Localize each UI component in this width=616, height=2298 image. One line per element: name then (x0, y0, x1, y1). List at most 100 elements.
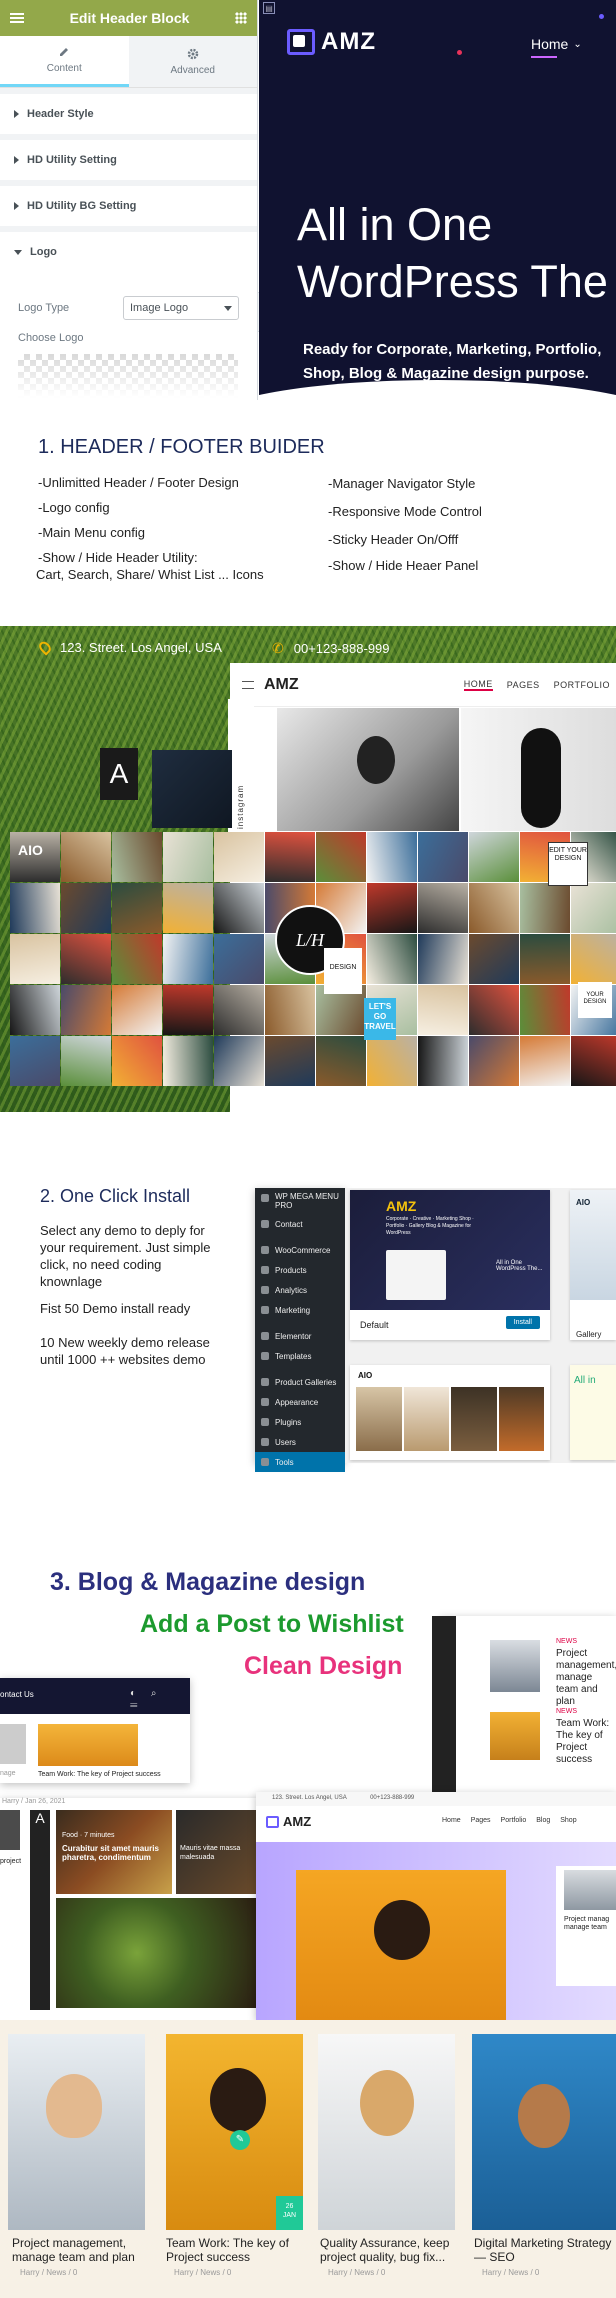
wp-menu-users[interactable]: Users (255, 1432, 345, 1452)
mosaic-photo-tile (367, 832, 417, 882)
wp-menu-elementor[interactable]: Elementor (255, 1326, 345, 1346)
demo-card-aio-2[interactable]: All in (570, 1365, 616, 1460)
mosaic-photo-tile (265, 832, 315, 882)
brand-logo[interactable]: AMZ (287, 28, 376, 56)
wp-menu-plugins[interactable]: Plugins (255, 1412, 345, 1432)
amz-topbar: 123. Street. Los Angel, USA 00+123-888-9… (256, 1792, 616, 1806)
blog-heading-2: Add a Post to Wishlist (140, 1610, 404, 1638)
post-title[interactable]: Team Work: The key of Project success (556, 1718, 616, 1766)
amz-brand-name: AMZ (283, 1814, 312, 1829)
demo-card-gallery[interactable]: AIO Gallery (570, 1190, 616, 1340)
menu-icon[interactable] (242, 681, 254, 689)
section-hd-utility-setting[interactable]: HD Utility Setting (0, 140, 257, 180)
mockup-nav-home[interactable]: HOME (463, 679, 493, 691)
wp-admin-menu: WP MEGA MENU PRO Contact WooCommerce Pro… (255, 1188, 345, 1472)
amz-brand[interactable]: AMZ (266, 1814, 311, 1829)
bottom-card-thumb[interactable] (318, 2034, 455, 2230)
mosaic-photo-tile (367, 934, 417, 984)
amz-logo-icon (287, 29, 315, 55)
demo-card-aio[interactable]: AIO (350, 1365, 550, 1460)
mosaic-photo-tile (418, 1036, 468, 1086)
wp-menu-contact[interactable]: Contact (255, 1214, 345, 1234)
decor-dot (457, 50, 462, 55)
wp-menu-analytics[interactable]: Analytics (255, 1280, 345, 1300)
edit-pencil-icon[interactable]: ✎ (230, 2130, 250, 2150)
mockup-brand[interactable]: AMZ (264, 676, 299, 694)
wp-menu-products[interactable]: Products (255, 1260, 345, 1280)
food-panel: Harry / Jan 26, 2021 project A Food · 7 … (0, 1798, 258, 2020)
edit-section-handle-icon[interactable]: ▤ (263, 2, 275, 14)
mosaic-photo-tile (61, 934, 111, 984)
logo-type-select[interactable]: Image Logo (123, 296, 239, 320)
section-label: Header Style (27, 108, 94, 120)
logo-type-label: Logo Type (18, 302, 70, 314)
wp-menu-woocommerce[interactable]: WooCommerce (255, 1240, 345, 1260)
address-text: 123. Street. Los Angel, USA (60, 640, 222, 655)
header-icons[interactable]: ◐ ⌕ ☰ (130, 1688, 170, 1710)
bottom-card-title[interactable]: Team Work: The key of Project success (166, 2236, 304, 2264)
bottom-card-meta: Harry / News / 0 (482, 2268, 540, 2277)
mosaic-photo-tile (61, 985, 111, 1035)
food-project: project (0, 1858, 22, 1865)
photo-woman-sunglasses (277, 708, 459, 831)
logo-image-picker[interactable] (18, 354, 238, 398)
bottom-card-title[interactable]: Quality Assurance, keep project quality,… (320, 2236, 458, 2264)
section-hd-utility-bg-setting[interactable]: HD Utility BG Setting (0, 186, 257, 226)
left-mock-nage: nage (0, 1770, 16, 1777)
demo-tagline: Corporate · Creative · Marketing Shop · … (386, 1216, 474, 1236)
mosaic-photo-tile (163, 934, 213, 984)
left-mock-contact[interactable]: ontact Us (0, 1690, 34, 1699)
nav-home[interactable]: Home ⌄ (531, 36, 582, 52)
amz-nav-pages[interactable]: Pages (471, 1817, 491, 1824)
hero-title-line1: All in One (297, 199, 493, 250)
chevron-down-icon (224, 305, 232, 311)
wp-menu-tools[interactable]: Tools (255, 1452, 345, 1472)
demo-card-default[interactable]: AMZ Corporate · Creative · Marketing Sho… (350, 1190, 550, 1340)
amz-right-post-title[interactable]: Project manag manage team (564, 1916, 616, 1932)
photo-figure (210, 2068, 266, 2132)
section-label: Logo (30, 246, 57, 258)
photo-figure (46, 2074, 102, 2138)
bottom-card-title[interactable]: Digital Marketing Strategy — SEO (474, 2236, 612, 2264)
wp-menu-templates[interactable]: Templates (255, 1346, 345, 1366)
wp-menu-marketing[interactable]: Marketing (255, 1300, 345, 1320)
tab-content[interactable]: Content (0, 36, 129, 87)
mosaic-photo-tile (10, 1036, 60, 1086)
bottom-card-thumb[interactable] (472, 2034, 616, 2230)
mockup-nav-portfolio[interactable]: PORTFOLIO (554, 680, 610, 690)
install-button[interactable]: Install (505, 1316, 540, 1329)
demo-aio-label: AIO (576, 1198, 591, 1207)
section-header-style[interactable]: Header Style (0, 94, 257, 134)
bottom-card-meta: Harry / News / 0 (174, 2268, 232, 2277)
wp-menu-mega-menu[interactable]: WP MEGA MENU PRO (255, 1188, 345, 1214)
install-heading: 2. One Click Install (40, 1186, 191, 1206)
food-title-2[interactable]: Mauris vitae massa malesuada (180, 1844, 256, 1862)
amz-nav-blog[interactable]: Blog (536, 1817, 550, 1824)
mockup-nav-pages[interactable]: PAGES (507, 680, 540, 690)
left-card-title[interactable]: Team Work: The key of Project success (38, 1770, 161, 1779)
wp-menu-product-galleries[interactable]: Product Galleries (255, 1372, 345, 1392)
post-thumb (490, 1712, 540, 1760)
amz-nav-portfolio[interactable]: Portfolio (501, 1817, 527, 1824)
apps-grid-icon[interactable] (234, 12, 247, 24)
wp-menu-appearance[interactable]: Appearance (255, 1392, 345, 1412)
photo-figure (374, 1900, 430, 1960)
caret-right-icon (14, 156, 19, 164)
choose-logo-label: Choose Logo (18, 332, 84, 344)
bottom-card-thumb[interactable] (8, 2034, 145, 2230)
post-title[interactable]: Project management, manage team and plan (556, 1648, 616, 1708)
amz-nav-shop[interactable]: Shop (560, 1817, 576, 1824)
demo-thumbnail: AMZ Corporate · Creative · Marketing Sho… (350, 1190, 550, 1310)
mosaic-photo-tile (316, 1036, 366, 1086)
mosaic-photo-tile (112, 1036, 162, 1086)
tab-advanced[interactable]: Advanced (128, 36, 257, 87)
hamburger-icon[interactable] (10, 13, 24, 23)
mosaic-photo-tile (469, 1036, 519, 1086)
amz-blog-mock: 123. Street. Los Angel, USA 00+123-888-9… (256, 1792, 616, 2020)
food-title[interactable]: Curabitur sit amet mauris pharetra, cond… (62, 1844, 166, 1862)
amz-nav-home[interactable]: Home (442, 1817, 461, 1824)
bottom-card-thumb[interactable]: ✎ 26 JAN (166, 2034, 303, 2230)
post-thumb-orange (38, 1724, 138, 1766)
section-logo[interactable]: Logo (0, 232, 257, 272)
bottom-card-title[interactable]: Project management, manage team and plan (12, 2236, 150, 2264)
